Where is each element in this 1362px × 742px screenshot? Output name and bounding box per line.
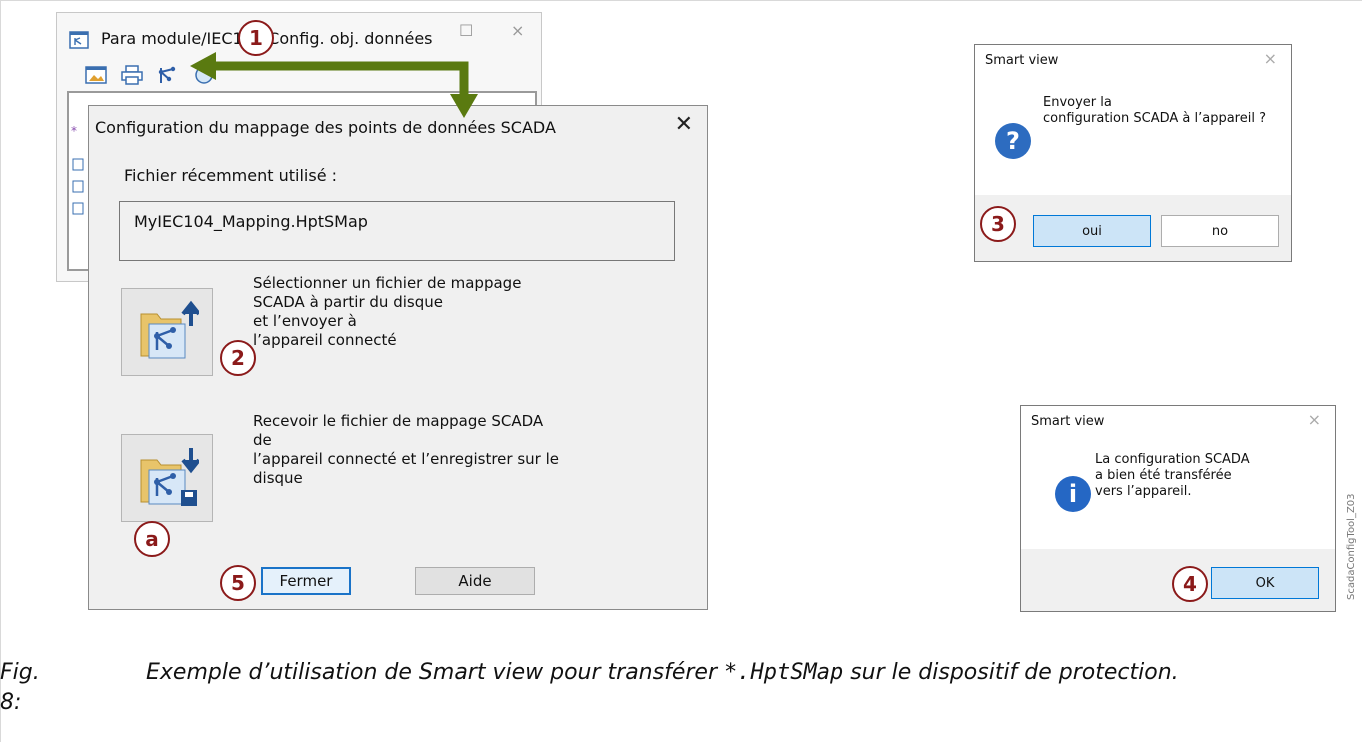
figure-number: Fig. 8: [0,660,40,715]
workflow-arrow [190,52,478,118]
scada-mapping-dialog: Configuration du mappage des points de d… [88,105,708,610]
folder-download-icon [140,448,199,506]
image-tool-button[interactable] [83,63,109,87]
confirm-dialog-title: Smart view [985,53,1059,68]
callout-1: 1 [238,20,274,56]
info-dialog-close-button[interactable]: × [1308,410,1321,429]
ok-button-label: OK [1255,575,1275,591]
callout-2: 2 [220,340,256,376]
info-icon-glyph: i [1068,480,1078,508]
question-icon: ? [995,123,1031,159]
caption-text-after: sur le dispositif de protection. [843,660,1179,685]
image-icon [85,66,107,84]
callout-3: 3 [980,206,1016,242]
info-dialog-title: Smart view [1031,414,1105,429]
recent-file-value: MyIEC104_Mapping.HptSMap [134,212,368,231]
confirm-dialog-message: Envoyer la configuration SCADA à l’appar… [1043,95,1266,126]
scada-mapping-button[interactable] [155,63,181,87]
receive-option-description: Recevoir le fichier de mappage SCADA de … [253,412,559,487]
send-mapping-file-button[interactable] [121,288,213,376]
maximize-button[interactable]: ☐ [459,21,473,40]
scada-mapping-icon [158,66,176,83]
figure-id-label: ScadaConfigTool_Z03 [1346,493,1357,600]
list-item-icons: * [71,124,84,215]
yes-button-label: oui [1082,223,1102,239]
no-button[interactable]: no [1161,215,1279,247]
dialog-title: Configuration du mappage des points de d… [95,118,556,137]
no-button-label: no [1211,223,1229,239]
svg-text:*: * [71,124,77,138]
ok-button[interactable]: OK [1211,567,1319,599]
print-icon [121,65,143,85]
callout-a: a [134,521,170,557]
close-dialog-button[interactable]: Fermer [261,567,351,595]
close-button[interactable]: × [511,21,524,40]
dialog-close-button[interactable]: ✕ [675,112,693,137]
help-button[interactable]: Aide [415,567,535,595]
receive-mapping-file-button[interactable] [121,434,213,522]
figure-caption-text: Exemple d’utilisation de Smart view pour… [146,658,1306,688]
callout-5: 5 [220,565,256,601]
info-icon: i [1055,476,1091,512]
print-button[interactable] [119,63,145,87]
question-icon-glyph: ? [1006,127,1020,155]
recent-file-field[interactable]: MyIEC104_Mapping.HptSMap [119,201,675,261]
send-option-description: Sélectionner un fichier de mappage SCADA… [253,274,522,349]
folder-upload-icon [140,300,199,359]
info-dialog-message: La configuration SCADA a bien été transf… [1095,452,1250,499]
left-border [0,0,1,742]
config-app-icon [69,31,89,49]
top-border [0,0,1362,1]
confirm-dialog-close-button[interactable]: × [1264,49,1277,68]
help-button-label: Aide [458,572,492,590]
caption-text-before: Exemple d’utilisation de Smart view pour… [146,660,724,685]
caption-code: *.HptSMap [723,660,844,685]
callout-4: 4 [1172,566,1208,602]
recent-file-label: Fichier récemment utilisé : [124,166,338,185]
close-dialog-button-label: Fermer [279,572,333,590]
yes-button[interactable]: oui [1033,215,1151,247]
confirm-send-dialog: Smart view × ? Envoyer la configuration … [974,44,1292,262]
